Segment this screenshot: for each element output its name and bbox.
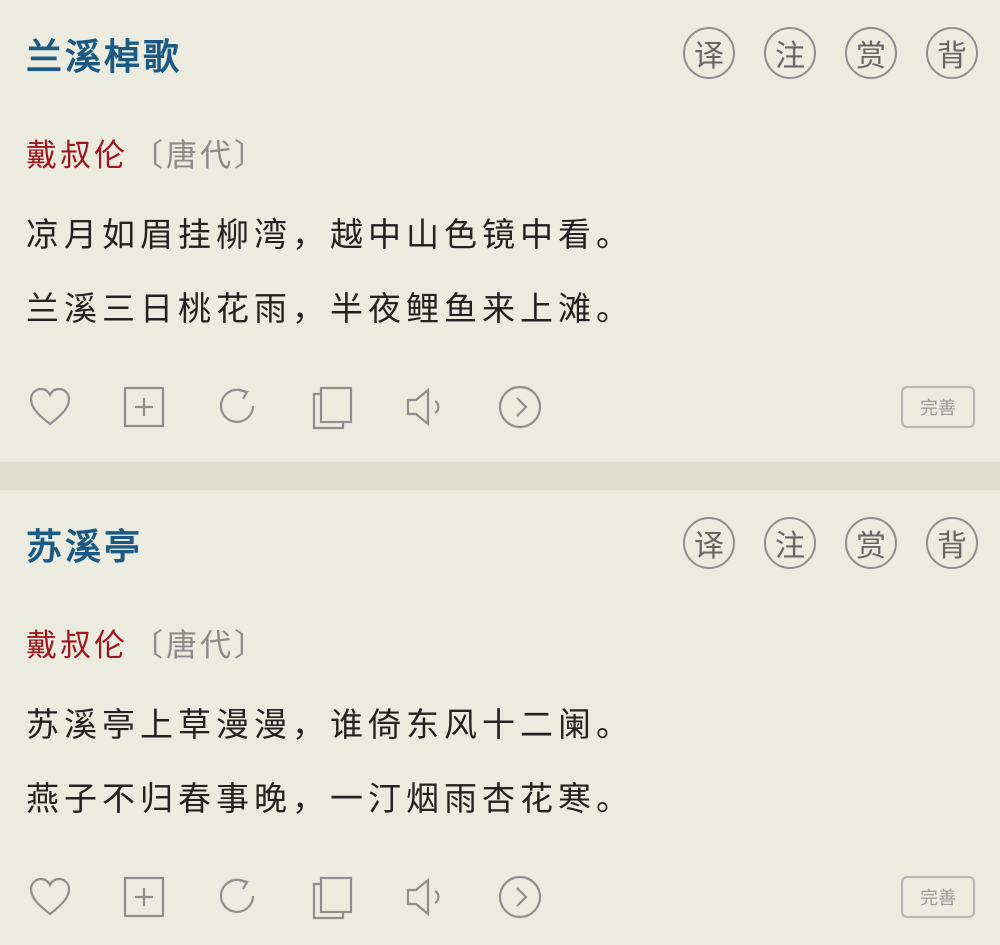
speaker-icon xyxy=(406,877,440,917)
poem-tool-buttons: 译 注 赏 背 xyxy=(683,27,978,79)
appreciate-button[interactable]: 赏 xyxy=(845,517,897,569)
card-divider xyxy=(0,462,1000,490)
refresh-button[interactable] xyxy=(214,383,262,431)
recite-button[interactable]: 背 xyxy=(926,27,978,79)
refresh-icon xyxy=(219,388,255,423)
next-button[interactable] xyxy=(496,873,544,921)
add-icon xyxy=(123,386,165,428)
annotate-button[interactable]: 注 xyxy=(764,517,816,569)
poem-line: 燕子不归春事晚，一汀烟雨杏花寒。 xyxy=(26,779,634,818)
poem-line: 苏溪亭上草漫漫，谁倚东风十二阑。 xyxy=(26,705,634,744)
copy-icon xyxy=(312,386,353,430)
next-icon xyxy=(498,385,542,429)
favorite-button[interactable] xyxy=(26,383,74,431)
heart-icon xyxy=(29,877,71,916)
copy-button[interactable] xyxy=(308,873,356,921)
poem-line: 凉月如眉挂柳湾，越中山色镜中看。 xyxy=(26,215,634,254)
refresh-icon xyxy=(219,878,255,913)
poem-card: 兰溪棹歌 译 注 赏 背 戴叔伦 〔唐代〕 凉月如眉挂柳湾，越中山色镜中看。 兰溪… xyxy=(0,0,1000,462)
poem-line: 兰溪三日桃花雨，半夜鲤鱼来上滩。 xyxy=(26,289,634,328)
heart-icon xyxy=(29,387,71,426)
copy-icon xyxy=(312,876,353,920)
refresh-button[interactable] xyxy=(214,873,262,921)
author-line: 戴叔伦 〔唐代〕 xyxy=(26,130,268,175)
poem-dynasty: 〔唐代〕 xyxy=(132,628,268,664)
poem-author[interactable]: 戴叔伦 xyxy=(26,628,128,664)
poem-author[interactable]: 戴叔伦 xyxy=(26,138,128,174)
improve-button[interactable]: 完善 xyxy=(901,386,975,428)
play-audio-button[interactable] xyxy=(402,383,450,431)
play-audio-button[interactable] xyxy=(402,873,450,921)
next-icon xyxy=(498,875,542,919)
author-line: 戴叔伦 〔唐代〕 xyxy=(26,620,268,665)
add-button[interactable] xyxy=(120,383,168,431)
speaker-icon xyxy=(406,387,440,427)
add-button[interactable] xyxy=(120,873,168,921)
next-button[interactable] xyxy=(496,383,544,431)
poem-dynasty: 〔唐代〕 xyxy=(132,138,268,174)
add-icon xyxy=(123,876,165,918)
copy-button[interactable] xyxy=(308,383,356,431)
recite-button[interactable]: 背 xyxy=(926,517,978,569)
appreciate-button[interactable]: 赏 xyxy=(845,27,897,79)
poem-tool-buttons: 译 注 赏 背 xyxy=(683,517,978,569)
translate-button[interactable]: 译 xyxy=(683,517,735,569)
improve-button[interactable]: 完善 xyxy=(901,876,975,918)
action-bar xyxy=(26,873,590,921)
favorite-button[interactable] xyxy=(26,873,74,921)
poem-title[interactable]: 苏溪亭 xyxy=(26,518,143,570)
translate-button[interactable]: 译 xyxy=(683,27,735,79)
action-bar xyxy=(26,383,590,431)
poem-card: 苏溪亭 译 注 赏 背 戴叔伦 〔唐代〕 苏溪亭上草漫漫，谁倚东风十二阑。 燕子不… xyxy=(0,490,1000,945)
poem-title[interactable]: 兰溪棹歌 xyxy=(26,28,182,80)
annotate-button[interactable]: 注 xyxy=(764,27,816,79)
